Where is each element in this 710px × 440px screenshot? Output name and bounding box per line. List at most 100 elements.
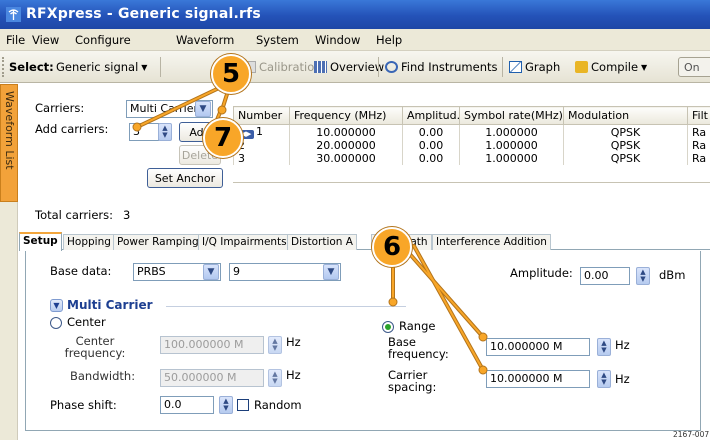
menu-window[interactable]: Window bbox=[315, 33, 360, 47]
table-row[interactable]: 2 20.000000 0.00 1.000000 QPSK Ra bbox=[233, 139, 710, 152]
phase-shift-input[interactable]: 0.0 bbox=[160, 396, 214, 414]
spin-arrows-icon[interactable]: ▲ ▼ bbox=[158, 123, 172, 141]
spin-arrows-icon[interactable]: ▲ ▼ bbox=[219, 396, 233, 414]
find-instruments-button[interactable]: Find Instruments bbox=[385, 60, 497, 74]
toolbar: Select: Generic signal ▼ Calibration Over… bbox=[0, 51, 710, 83]
phase-shift-value: 0.0 bbox=[164, 398, 182, 411]
side-strip bbox=[0, 202, 18, 440]
carrier-spacing-label: Carrier spacing: bbox=[388, 368, 437, 394]
find-instruments-icon bbox=[385, 61, 398, 73]
compile-button[interactable]: Compile ▼ bbox=[575, 60, 647, 74]
collapse-icon[interactable]: ▼ bbox=[50, 299, 63, 312]
chevron-down-icon[interactable]: ▼ bbox=[195, 101, 211, 117]
menu-waveform[interactable]: Waveform bbox=[176, 33, 234, 47]
window-title: RFXpress - Generic signal.rfs bbox=[26, 6, 261, 22]
center-frequency-value: 100.000000 M bbox=[164, 338, 244, 351]
column-header[interactable]: Amplitud... bbox=[402, 106, 460, 125]
column-header[interactable]: Number bbox=[233, 106, 290, 125]
base-frequency-input[interactable]: 10.000000 M bbox=[486, 338, 590, 356]
menu-system[interactable]: System bbox=[256, 33, 299, 47]
add-carriers-value: 3 bbox=[133, 125, 140, 138]
overview-button[interactable]: Overview bbox=[314, 60, 384, 74]
base-frequency-label: Base frequency: bbox=[388, 335, 449, 361]
tab-hopping[interactable]: Hopping bbox=[63, 234, 115, 250]
multi-carrier-group-title: Multi Carrier bbox=[67, 298, 153, 312]
toolbar-separator bbox=[378, 57, 379, 77]
menu-file[interactable]: File bbox=[6, 33, 25, 47]
set-anchor-button[interactable]: Set Anchor bbox=[147, 168, 223, 188]
spin-arrows-icon[interactable]: ▲ ▼ bbox=[268, 336, 282, 354]
table-cell: Ra bbox=[687, 139, 710, 152]
menu-view[interactable]: View bbox=[32, 33, 59, 47]
menu-help[interactable]: Help bbox=[376, 33, 402, 47]
tab-interference-addition[interactable]: Interference Addition bbox=[432, 234, 551, 250]
spin-arrows-icon[interactable]: ▲ ▼ bbox=[268, 369, 282, 387]
column-header[interactable]: Symbol rate(MHz) bbox=[459, 106, 564, 125]
select-dropdown[interactable]: Generic signal ▼ bbox=[56, 60, 147, 74]
amplitude-input[interactable]: 0.00 bbox=[580, 267, 630, 285]
title-bar: RFXpress - Generic signal.rfs bbox=[0, 0, 710, 29]
carrier-spacing-input[interactable]: 10.000000 M bbox=[486, 370, 590, 388]
graph-label: Graph bbox=[525, 60, 561, 74]
range-radio[interactable] bbox=[382, 321, 394, 333]
amplitude-value: 0.00 bbox=[584, 269, 609, 282]
toolbar-separator bbox=[160, 57, 161, 77]
overview-icon bbox=[314, 61, 327, 73]
base-data-value: PRBS bbox=[137, 265, 166, 278]
chevron-down-icon[interactable]: ▼ bbox=[323, 264, 339, 280]
bandwidth-label: Bandwidth: bbox=[70, 369, 136, 383]
overview-label: Overview bbox=[330, 60, 385, 74]
calibration-button[interactable]: Calibration bbox=[243, 60, 322, 74]
toolbar-separator bbox=[502, 57, 503, 77]
random-checkbox[interactable] bbox=[237, 399, 249, 411]
group-divider bbox=[166, 306, 406, 307]
chevron-down-icon: ▼ bbox=[141, 63, 148, 72]
waveform-list-tab[interactable]: Waveform List bbox=[0, 84, 18, 202]
setup-panel: Base data: PRBS ▼ 9 ▼ Amplitude: 0.00 ▲ ▼… bbox=[25, 251, 701, 431]
table-bottom-border bbox=[233, 182, 710, 183]
table-cell: 1.000000 bbox=[459, 124, 564, 139]
phase-shift-label: Phase shift: bbox=[50, 398, 117, 412]
spin-arrows-icon[interactable]: ▲ ▼ bbox=[597, 370, 611, 388]
tab-power-ramping[interactable]: Power Ramping bbox=[113, 234, 203, 250]
tab-iq-impairments[interactable]: I/Q Impairments bbox=[198, 234, 291, 250]
graph-button[interactable]: Graph bbox=[509, 60, 560, 74]
table-cell: QPSK bbox=[563, 124, 688, 139]
chevron-down-icon[interactable]: ▼ bbox=[203, 264, 219, 280]
carrier-spacing-value: 10.000000 M bbox=[490, 372, 563, 385]
bandwidth-input[interactable]: 50.000000 M bbox=[160, 369, 264, 387]
table-cell: 10.000000 bbox=[289, 124, 403, 139]
center-radio[interactable] bbox=[50, 317, 62, 329]
tab-setup[interactable]: Setup bbox=[19, 232, 62, 251]
spin-arrows-icon[interactable]: ▲ ▼ bbox=[636, 267, 650, 285]
edge-button[interactable]: On bbox=[678, 57, 710, 77]
edge-button-label: On bbox=[684, 61, 700, 74]
set-anchor-button-label: Set Anchor bbox=[154, 172, 216, 185]
select-value: Generic signal bbox=[56, 60, 139, 74]
column-header[interactable]: Frequency (MHz) bbox=[289, 106, 403, 125]
table-row[interactable]: 3 30.000000 0.00 1.000000 QPSK Ra bbox=[233, 152, 710, 165]
toolbar-grip[interactable] bbox=[2, 57, 5, 77]
amplitude-unit: dBm bbox=[659, 268, 686, 282]
calibration-label: Calibration bbox=[259, 60, 322, 74]
menu-configure[interactable]: Configure bbox=[75, 33, 131, 47]
center-frequency-label: Center frequency: bbox=[64, 334, 126, 360]
graph-icon bbox=[509, 61, 522, 73]
column-header[interactable]: Modulation bbox=[563, 106, 688, 125]
table-row[interactable]: ◀▶ 1 10.000000 0.00 1.000000 QPSK Ra bbox=[233, 124, 710, 139]
range-option-label: Range bbox=[399, 319, 436, 333]
add-carriers-input[interactable]: 3 bbox=[129, 123, 159, 141]
hz-unit: Hz bbox=[615, 372, 630, 386]
table-cell: 1.000000 bbox=[459, 139, 564, 152]
main-panel: Carriers: Multi Carrier ▼ Add carriers: … bbox=[19, 84, 710, 440]
tab-distortion-addition[interactable]: Distortion A bbox=[287, 234, 357, 250]
antenna-icon bbox=[6, 7, 21, 22]
compile-label: Compile bbox=[591, 60, 639, 74]
hz-unit: Hz bbox=[615, 338, 630, 352]
column-header[interactable]: Filt bbox=[687, 106, 710, 125]
center-option-label: Center bbox=[67, 315, 106, 329]
table-header-row: Number Frequency (MHz) Amplitud... Symbo… bbox=[233, 106, 710, 125]
find-instruments-label: Find Instruments bbox=[401, 60, 498, 74]
spin-arrows-icon[interactable]: ▲ ▼ bbox=[597, 338, 611, 356]
center-frequency-input[interactable]: 100.000000 M bbox=[160, 336, 264, 354]
